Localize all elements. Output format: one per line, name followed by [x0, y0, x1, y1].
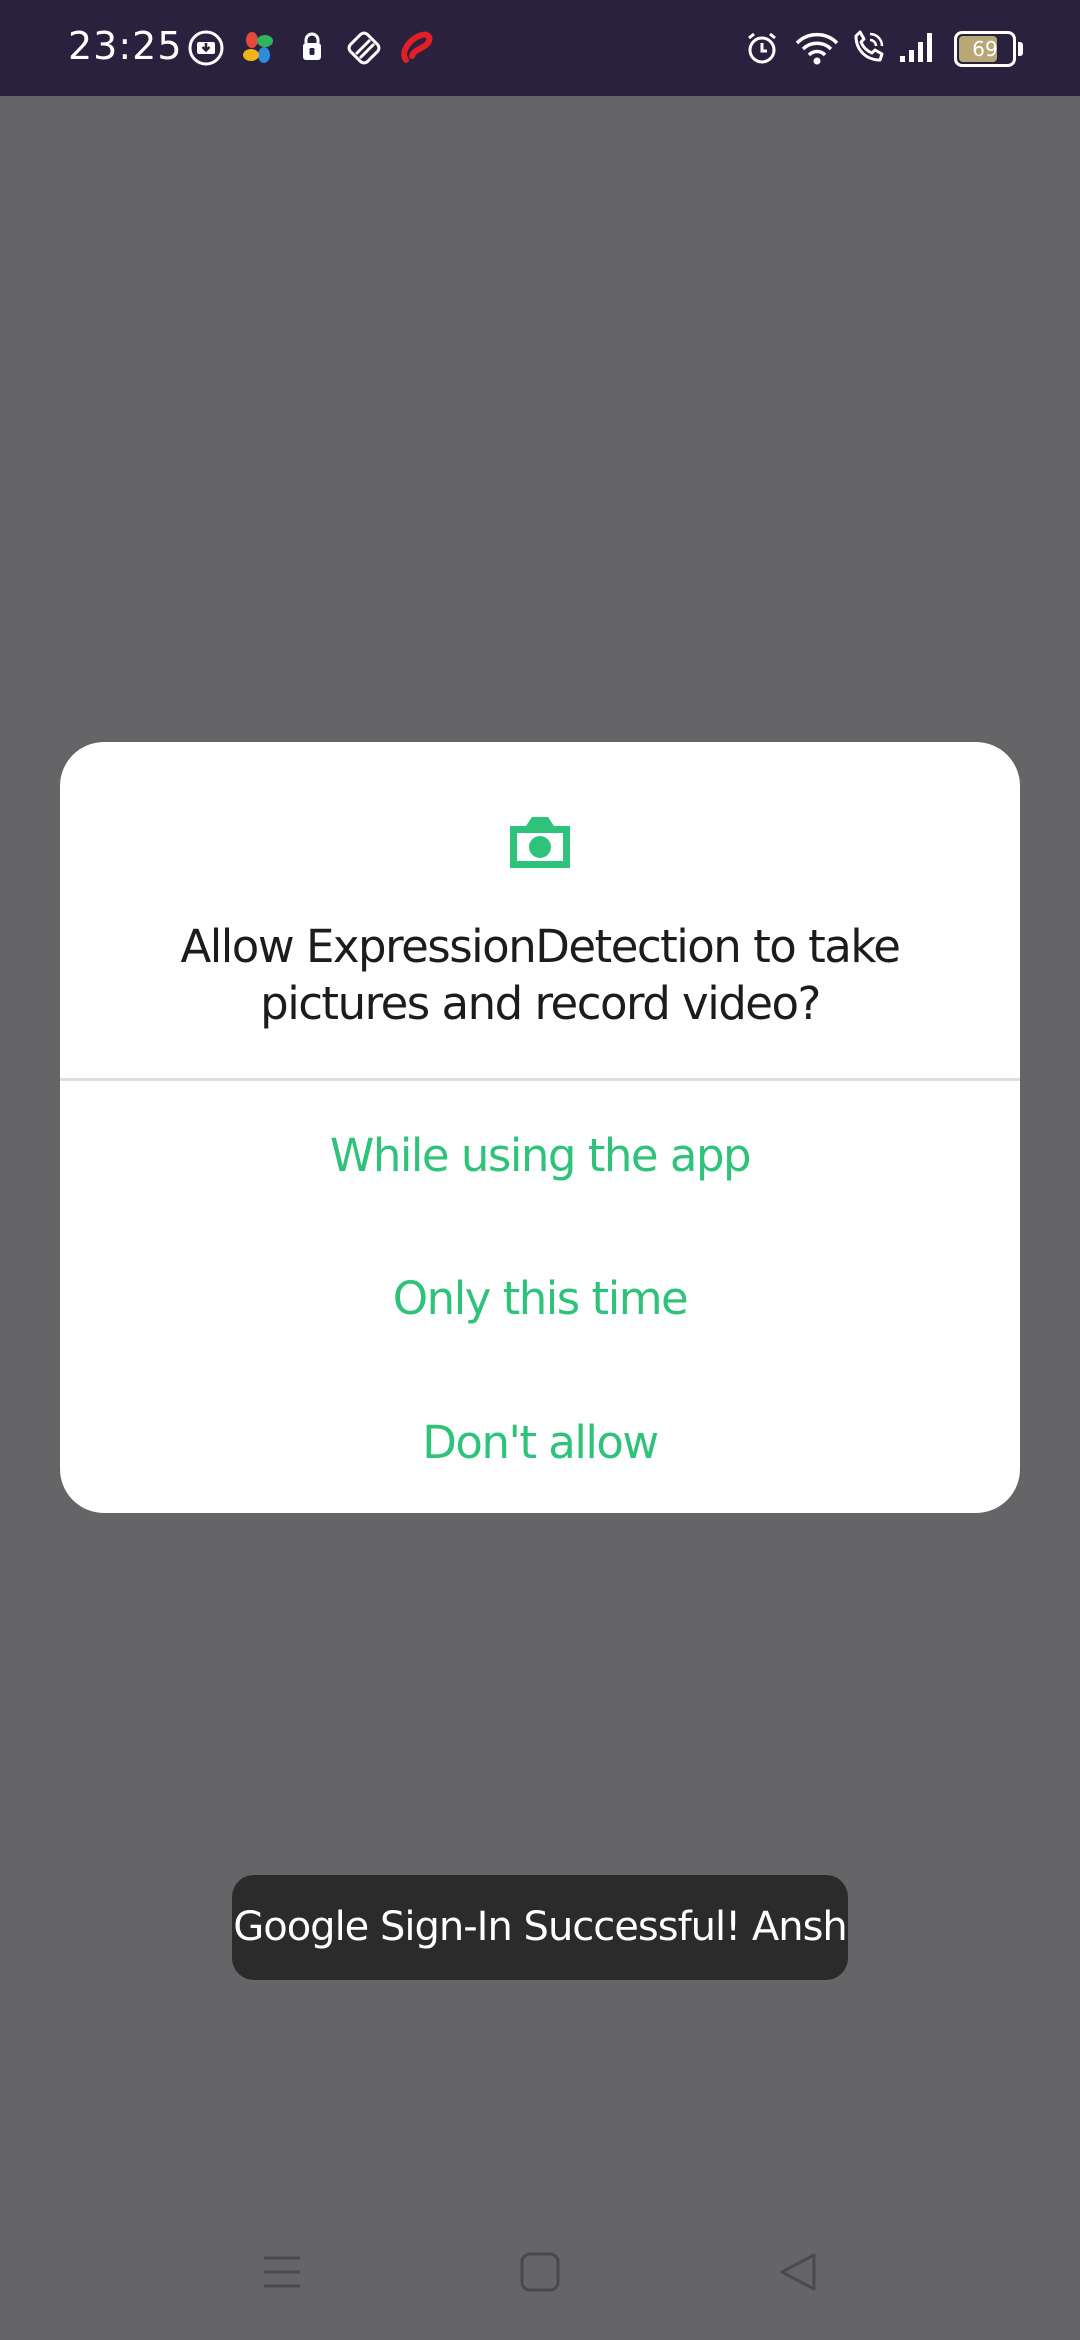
app-pinwheel-icon [243, 32, 273, 63]
shield-app-icon [347, 31, 381, 65]
dialog-title: Allow ExpressionDetection to take pictur… [180, 920, 901, 1030]
alarm-icon [748, 32, 776, 64]
lock-bag-icon [303, 32, 321, 60]
wifi-icon [795, 32, 839, 65]
permission-dialog: Allow ExpressionDetection to take pictur… [60, 742, 1020, 1513]
home-icon[interactable] [518, 2250, 562, 2294]
dont-allow-button[interactable]: Don't allow [60, 1383, 1020, 1503]
back-icon[interactable] [776, 2250, 820, 2294]
battery-level: 69 [972, 37, 998, 61]
toast-message: Google Sign-In Successful! Ansh [232, 1875, 848, 1980]
menu-icon[interactable] [260, 2250, 304, 2294]
status-time: 23:25 [68, 24, 183, 68]
signal-icon [900, 33, 932, 62]
dialog-divider [60, 1078, 1020, 1081]
only-this-time-button[interactable]: Only this time [60, 1239, 1020, 1359]
airtel-icon [401, 31, 433, 63]
camera-icon [510, 817, 570, 868]
status-bar: 23:25 69 [0, 0, 1080, 96]
download-icon [188, 30, 224, 66]
battery-icon: 69 [954, 31, 1023, 67]
wifi-call-icon [854, 30, 884, 62]
while-using-app-button[interactable]: While using the app [60, 1096, 1020, 1216]
